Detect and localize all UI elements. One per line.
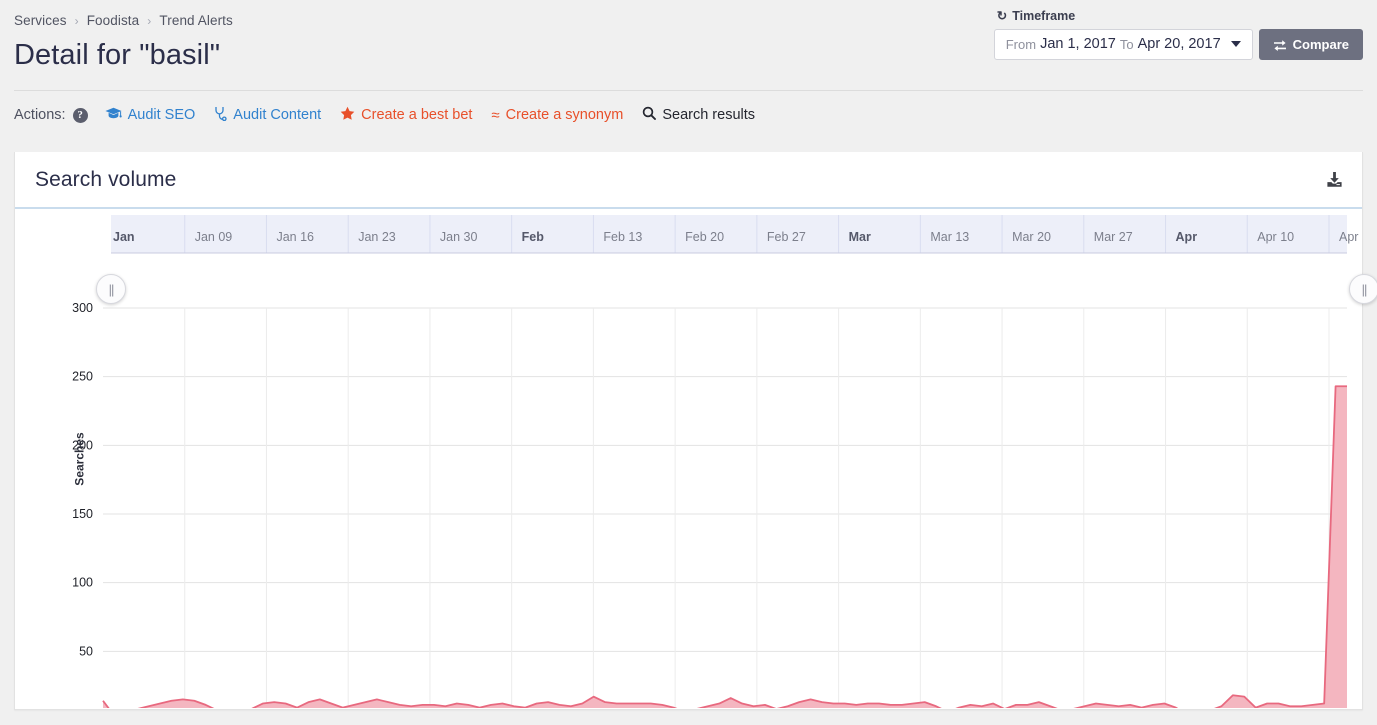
actions-label: Actions:: [14, 107, 66, 123]
action-label: Create a best bet: [361, 107, 472, 123]
search-volume-card: Search volume Jan Jan 09 Jan 16 Jan 23 Jan 3…: [14, 152, 1363, 710]
range-slider-tick-label: Apr: [1176, 230, 1198, 244]
timeframe-from-word: From: [1006, 37, 1036, 52]
range-slider-tick-label: Feb 20: [685, 230, 724, 244]
compare-button-label: Compare: [1293, 37, 1349, 52]
range-slider-handle-right[interactable]: ||: [1349, 274, 1377, 304]
action-label: Search results: [662, 107, 755, 123]
area-series-fill: [103, 386, 1347, 708]
compare-button[interactable]: Compare: [1259, 29, 1363, 60]
range-slider-tick-label: Feb 13: [603, 230, 642, 244]
breadcrumb-separator-icon: ›: [147, 12, 151, 30]
range-slider-tick-label: Apr 17: [1339, 230, 1362, 244]
action-create-best-bet[interactable]: Create a best bet: [340, 106, 472, 125]
breadcrumb-separator-icon: ›: [75, 12, 79, 30]
action-label: Create a synonym: [506, 107, 624, 123]
range-slider-tick-label: Jan 23: [358, 230, 396, 244]
action-create-synonym[interactable]: ≈ Create a synonym: [491, 107, 623, 123]
grip-icon: ||: [109, 283, 114, 296]
range-slider-handle-left[interactable]: ||: [96, 274, 126, 304]
card-title: Search volume: [35, 168, 176, 192]
search-volume-chart[interactable]: Jan Jan 09 Jan 16 Jan 23 Jan 30 Feb Feb 13 Feb …: [15, 209, 1362, 708]
timeframe-date-range-picker[interactable]: From Jan 1, 2017 To Apr 20, 2017: [994, 29, 1253, 60]
action-audit-seo[interactable]: Audit SEO: [105, 107, 196, 124]
y-axis-tick-label: 250: [72, 370, 93, 384]
breadcrumb-item-foodista[interactable]: Foodista: [87, 12, 140, 30]
y-axis-tick-label: 50: [79, 644, 93, 658]
y-axis-tick-label: 150: [72, 507, 93, 521]
star-icon: [340, 106, 355, 125]
action-audit-content[interactable]: Audit Content: [214, 106, 321, 125]
action-label: Audit SEO: [128, 107, 196, 123]
history-icon: ↻: [997, 8, 1007, 23]
action-label: Audit Content: [233, 107, 321, 123]
timeframe-label: Timeframe: [1012, 9, 1075, 23]
timeframe-to-word: To: [1120, 37, 1134, 52]
y-axis-tick-label: 100: [72, 576, 93, 590]
help-icon[interactable]: ?: [73, 108, 88, 123]
range-slider-tick-label: Feb: [522, 230, 545, 244]
timeframe-from-date: Jan 1, 2017: [1040, 36, 1116, 52]
download-icon[interactable]: [1325, 170, 1344, 189]
area-series-line: [103, 386, 1347, 708]
compare-icon: [1273, 39, 1287, 51]
magnifier-icon: [642, 106, 656, 124]
y-axis-title: Searches: [73, 432, 87, 485]
y-axis-tick-label: 300: [72, 301, 93, 315]
timeframe-control: ↻ Timeframe From Jan 1, 2017 To Apr 20, …: [994, 8, 1363, 60]
range-slider-tick-label: Mar 13: [930, 230, 969, 244]
page-header: Services › Foodista › Trend Alerts Detai…: [0, 0, 1377, 90]
grip-icon: ||: [1362, 283, 1367, 296]
graduation-cap-icon: [105, 107, 122, 124]
chart-svg: Jan Jan 09 Jan 16 Jan 23 Jan 30 Feb Feb 13 Feb …: [15, 209, 1362, 708]
card-header: Search volume: [15, 152, 1362, 209]
range-slider-tick-label: Feb 27: [767, 230, 806, 244]
range-slider-tick-label: Jan 16: [276, 230, 314, 244]
range-slider-tick-label: Jan 30: [440, 230, 478, 244]
timeframe-to-date: Apr 20, 2017: [1138, 36, 1221, 52]
approx-equal-icon: ≈: [491, 108, 499, 123]
breadcrumb-item-services[interactable]: Services: [14, 12, 67, 30]
action-search-results[interactable]: Search results: [642, 106, 755, 124]
range-slider-tick-label: Jan: [113, 230, 135, 244]
timeframe-row: From Jan 1, 2017 To Apr 20, 2017 Compare: [994, 29, 1363, 60]
range-slider-tick-label: Apr 10: [1257, 230, 1294, 244]
range-slider-tick-label: Mar 20: [1012, 230, 1051, 244]
actions-bar: Actions: ? Audit SEO Audit Content: [0, 91, 1377, 139]
chevron-down-icon: [1231, 41, 1241, 47]
range-slider-tick-label: Jan 09: [195, 230, 233, 244]
range-slider-tick-label: Mar: [849, 230, 871, 244]
range-slider-tick-label: Mar 27: [1094, 230, 1133, 244]
stethoscope-icon: [214, 106, 227, 125]
timeframe-label-row: ↻ Timeframe: [994, 8, 1363, 23]
breadcrumb-item-trend-alerts[interactable]: Trend Alerts: [159, 12, 232, 30]
